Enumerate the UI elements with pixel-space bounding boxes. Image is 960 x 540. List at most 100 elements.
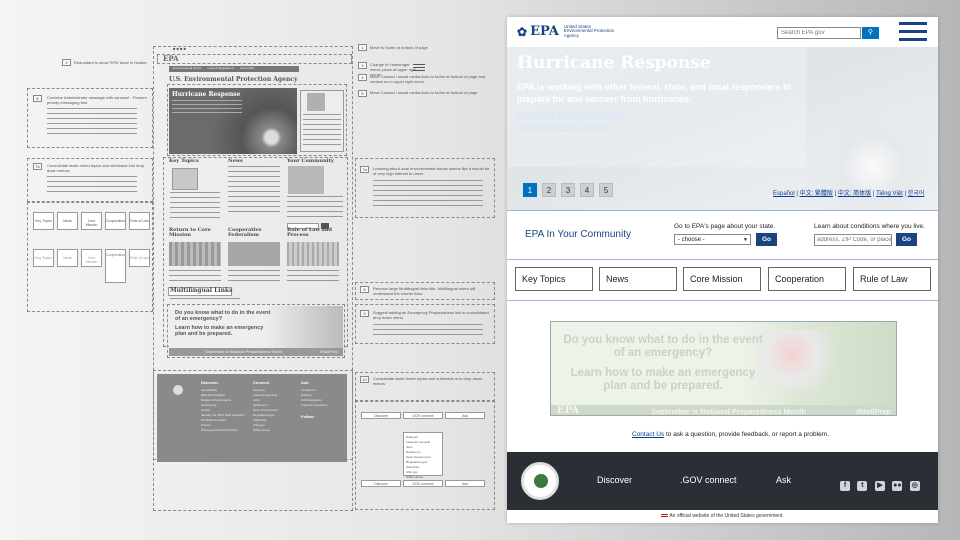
hamburger-menu-button[interactable] bbox=[899, 22, 927, 42]
wireframe-mini-card: News bbox=[57, 249, 78, 267]
wireframe-footer-seal bbox=[173, 385, 183, 395]
carousel-page-5[interactable]: 5 bbox=[599, 183, 613, 197]
note-number: 4 bbox=[358, 74, 367, 81]
note-detail-lines bbox=[373, 324, 483, 338]
hero-link[interactable]: Hurricane Florence update bbox=[517, 109, 624, 119]
wireframe-nav-item: Laws & Regulations bbox=[207, 66, 234, 70]
flickr-icon[interactable]: ●● bbox=[892, 481, 903, 491]
search-input[interactable] bbox=[777, 27, 861, 39]
wireframe-hamburger-icon bbox=[413, 62, 425, 73]
note-number: 7a bbox=[360, 166, 369, 173]
wireframe-col-title: Your Community bbox=[287, 158, 334, 164]
footer-link-discover[interactable]: Discover bbox=[597, 475, 632, 485]
footer-link-connect[interactable]: .GOV connect bbox=[680, 475, 737, 485]
wireframe-handshake-image bbox=[228, 242, 280, 266]
mockup-footer: Discover .GOV connect Ask f t ▶ ●● ◎ bbox=[507, 452, 938, 510]
location-input[interactable] bbox=[814, 234, 892, 246]
wireframe-footer-link: Frequent Questions bbox=[301, 403, 328, 407]
wireframe-ad-title: Do you know what to do in the event of a… bbox=[175, 310, 271, 322]
language-link[interactable]: Español bbox=[773, 191, 795, 197]
carousel-page-1[interactable]: 1 bbox=[523, 183, 537, 197]
epa-logo[interactable]: ✿ EPA United States Environmental Protec… bbox=[517, 24, 614, 39]
wireframe-mini-card: News bbox=[57, 212, 78, 230]
ad-title: Do you know what to do in the event of a… bbox=[563, 334, 763, 359]
language-link[interactable]: 中文: 繁體版 bbox=[800, 191, 833, 197]
ad-footer-bar: EPA September is National Preparedness M… bbox=[551, 405, 896, 416]
footer-link-ask[interactable]: Ask bbox=[776, 475, 791, 485]
facebook-icon[interactable]: f bbox=[840, 481, 850, 491]
state-go-button[interactable]: Go bbox=[756, 233, 777, 246]
youtube-icon[interactable]: ▶ bbox=[874, 481, 885, 491]
wireframe-news-list bbox=[228, 166, 280, 216]
epa-logo-subtitle: United States Environmental Protection A… bbox=[563, 24, 614, 39]
wireframe-ad-tag: #NatlPrep bbox=[320, 349, 338, 354]
location-go-button[interactable]: Go bbox=[896, 233, 917, 246]
card-news[interactable]: News bbox=[599, 267, 677, 291]
wireframe-footer-ask-list: Contact Us Hotlines FOIA Requests Freque… bbox=[301, 388, 341, 419]
official-text: An official website of the United States… bbox=[669, 513, 784, 519]
note-text: Move Contact / social media links to foo… bbox=[370, 90, 478, 95]
wireframe-top-bar: ■ ■ ■ ■ bbox=[173, 46, 186, 51]
carousel-page-3[interactable]: 3 bbox=[561, 183, 575, 197]
wireframe-admin-text bbox=[303, 114, 341, 148]
wireframe-ad-footer-text: September is National Preparedness Month bbox=[205, 349, 283, 354]
note-number: 8 bbox=[360, 286, 369, 293]
card-key-topics[interactable]: Key Topics bbox=[515, 267, 593, 291]
state-select[interactable]: - choose - ▼ bbox=[674, 234, 751, 245]
epa-seal-icon bbox=[521, 462, 559, 500]
contact-us-link[interactable]: Contact Us bbox=[632, 431, 664, 438]
preparedness-ad[interactable]: Do you know what to do in the event of a… bbox=[550, 321, 897, 416]
logo-sub-line: Agency bbox=[563, 32, 579, 38]
note-number: 2 bbox=[62, 59, 71, 66]
hero-link[interactable]: Información en español bbox=[517, 121, 611, 131]
wireframe-row2-title: Return to Core Mission bbox=[169, 227, 211, 238]
instagram-icon[interactable]: ◎ bbox=[909, 481, 920, 491]
note-number: 7b bbox=[33, 163, 42, 170]
card-rule-of-law[interactable]: Rule of Law bbox=[853, 267, 931, 291]
card-core-mission[interactable]: Core Mission bbox=[683, 267, 761, 291]
ad-subtitle: Learn how to make an emergency plan and … bbox=[570, 367, 756, 392]
language-link[interactable]: 한국어 bbox=[908, 191, 925, 197]
wireframe-mini-card: Core Mission bbox=[81, 212, 102, 230]
carousel-page-2[interactable]: 2 bbox=[542, 183, 556, 197]
note-number: 9 bbox=[360, 310, 369, 317]
card-cooperation[interactable]: Cooperation bbox=[768, 267, 846, 291]
state-select-value: - choose - bbox=[678, 237, 705, 243]
official-banner: An official website of the United States… bbox=[507, 513, 938, 519]
wireframe-multilingual-title: Multilingual Links bbox=[170, 287, 233, 294]
wireframe-tab: Ask bbox=[445, 412, 485, 419]
community-title: EPA In Your Community bbox=[525, 229, 631, 240]
ad-hashtag: #NatlPrep bbox=[856, 407, 892, 416]
note-detail-lines bbox=[47, 176, 137, 196]
search-icon: ⚲ bbox=[867, 29, 874, 36]
note-number: 5 bbox=[358, 90, 367, 97]
wireframe-building-image bbox=[169, 242, 221, 266]
language-link[interactable]: 中文: 简体版 bbox=[838, 191, 871, 197]
wireframe-row2-links bbox=[287, 270, 339, 284]
divider bbox=[507, 300, 938, 301]
hamburger-icon bbox=[899, 22, 927, 41]
us-flag-icon bbox=[661, 513, 669, 518]
wireframe-agency-title: U.S. Environmental Protection Agency bbox=[169, 76, 298, 83]
language-link[interactable]: Tiếng Việt bbox=[876, 191, 903, 197]
note-text: Remove large Multilingual links title. M… bbox=[373, 286, 476, 296]
wireframe-header-box bbox=[157, 54, 352, 64]
wireframe-mini-card: Key Topics bbox=[33, 212, 54, 230]
note-text: Move to footer at bottom of page bbox=[370, 45, 428, 50]
carousel-page-4[interactable]: 4 bbox=[580, 183, 594, 197]
wireframe-hero-title: Hurricane Response bbox=[172, 91, 241, 98]
wireframe-nav: Environmental Topics Laws & Regulations … bbox=[169, 66, 299, 72]
note-text: Learning about local environmental issue… bbox=[373, 166, 490, 176]
twitter-icon[interactable]: t bbox=[857, 481, 868, 491]
epa-flower-icon: ✿ bbox=[517, 24, 528, 39]
wireframe-columns-image bbox=[287, 242, 339, 266]
hurricane-image bbox=[777, 107, 937, 227]
wireframe-footer-link: White House bbox=[253, 428, 271, 432]
wireframe-mini-card: Core Mission bbox=[81, 249, 102, 267]
note-text: Consolidate static footer topics and sub… bbox=[373, 376, 483, 386]
wireframe-language-links bbox=[170, 298, 240, 302]
contact-line: Contact Us to ask a question, provide fe… bbox=[632, 431, 829, 438]
search-button[interactable]: ⚲ bbox=[862, 27, 879, 39]
wireframe-row2-links bbox=[228, 270, 280, 284]
wireframe-mini-card: Rule of Law bbox=[129, 249, 150, 267]
